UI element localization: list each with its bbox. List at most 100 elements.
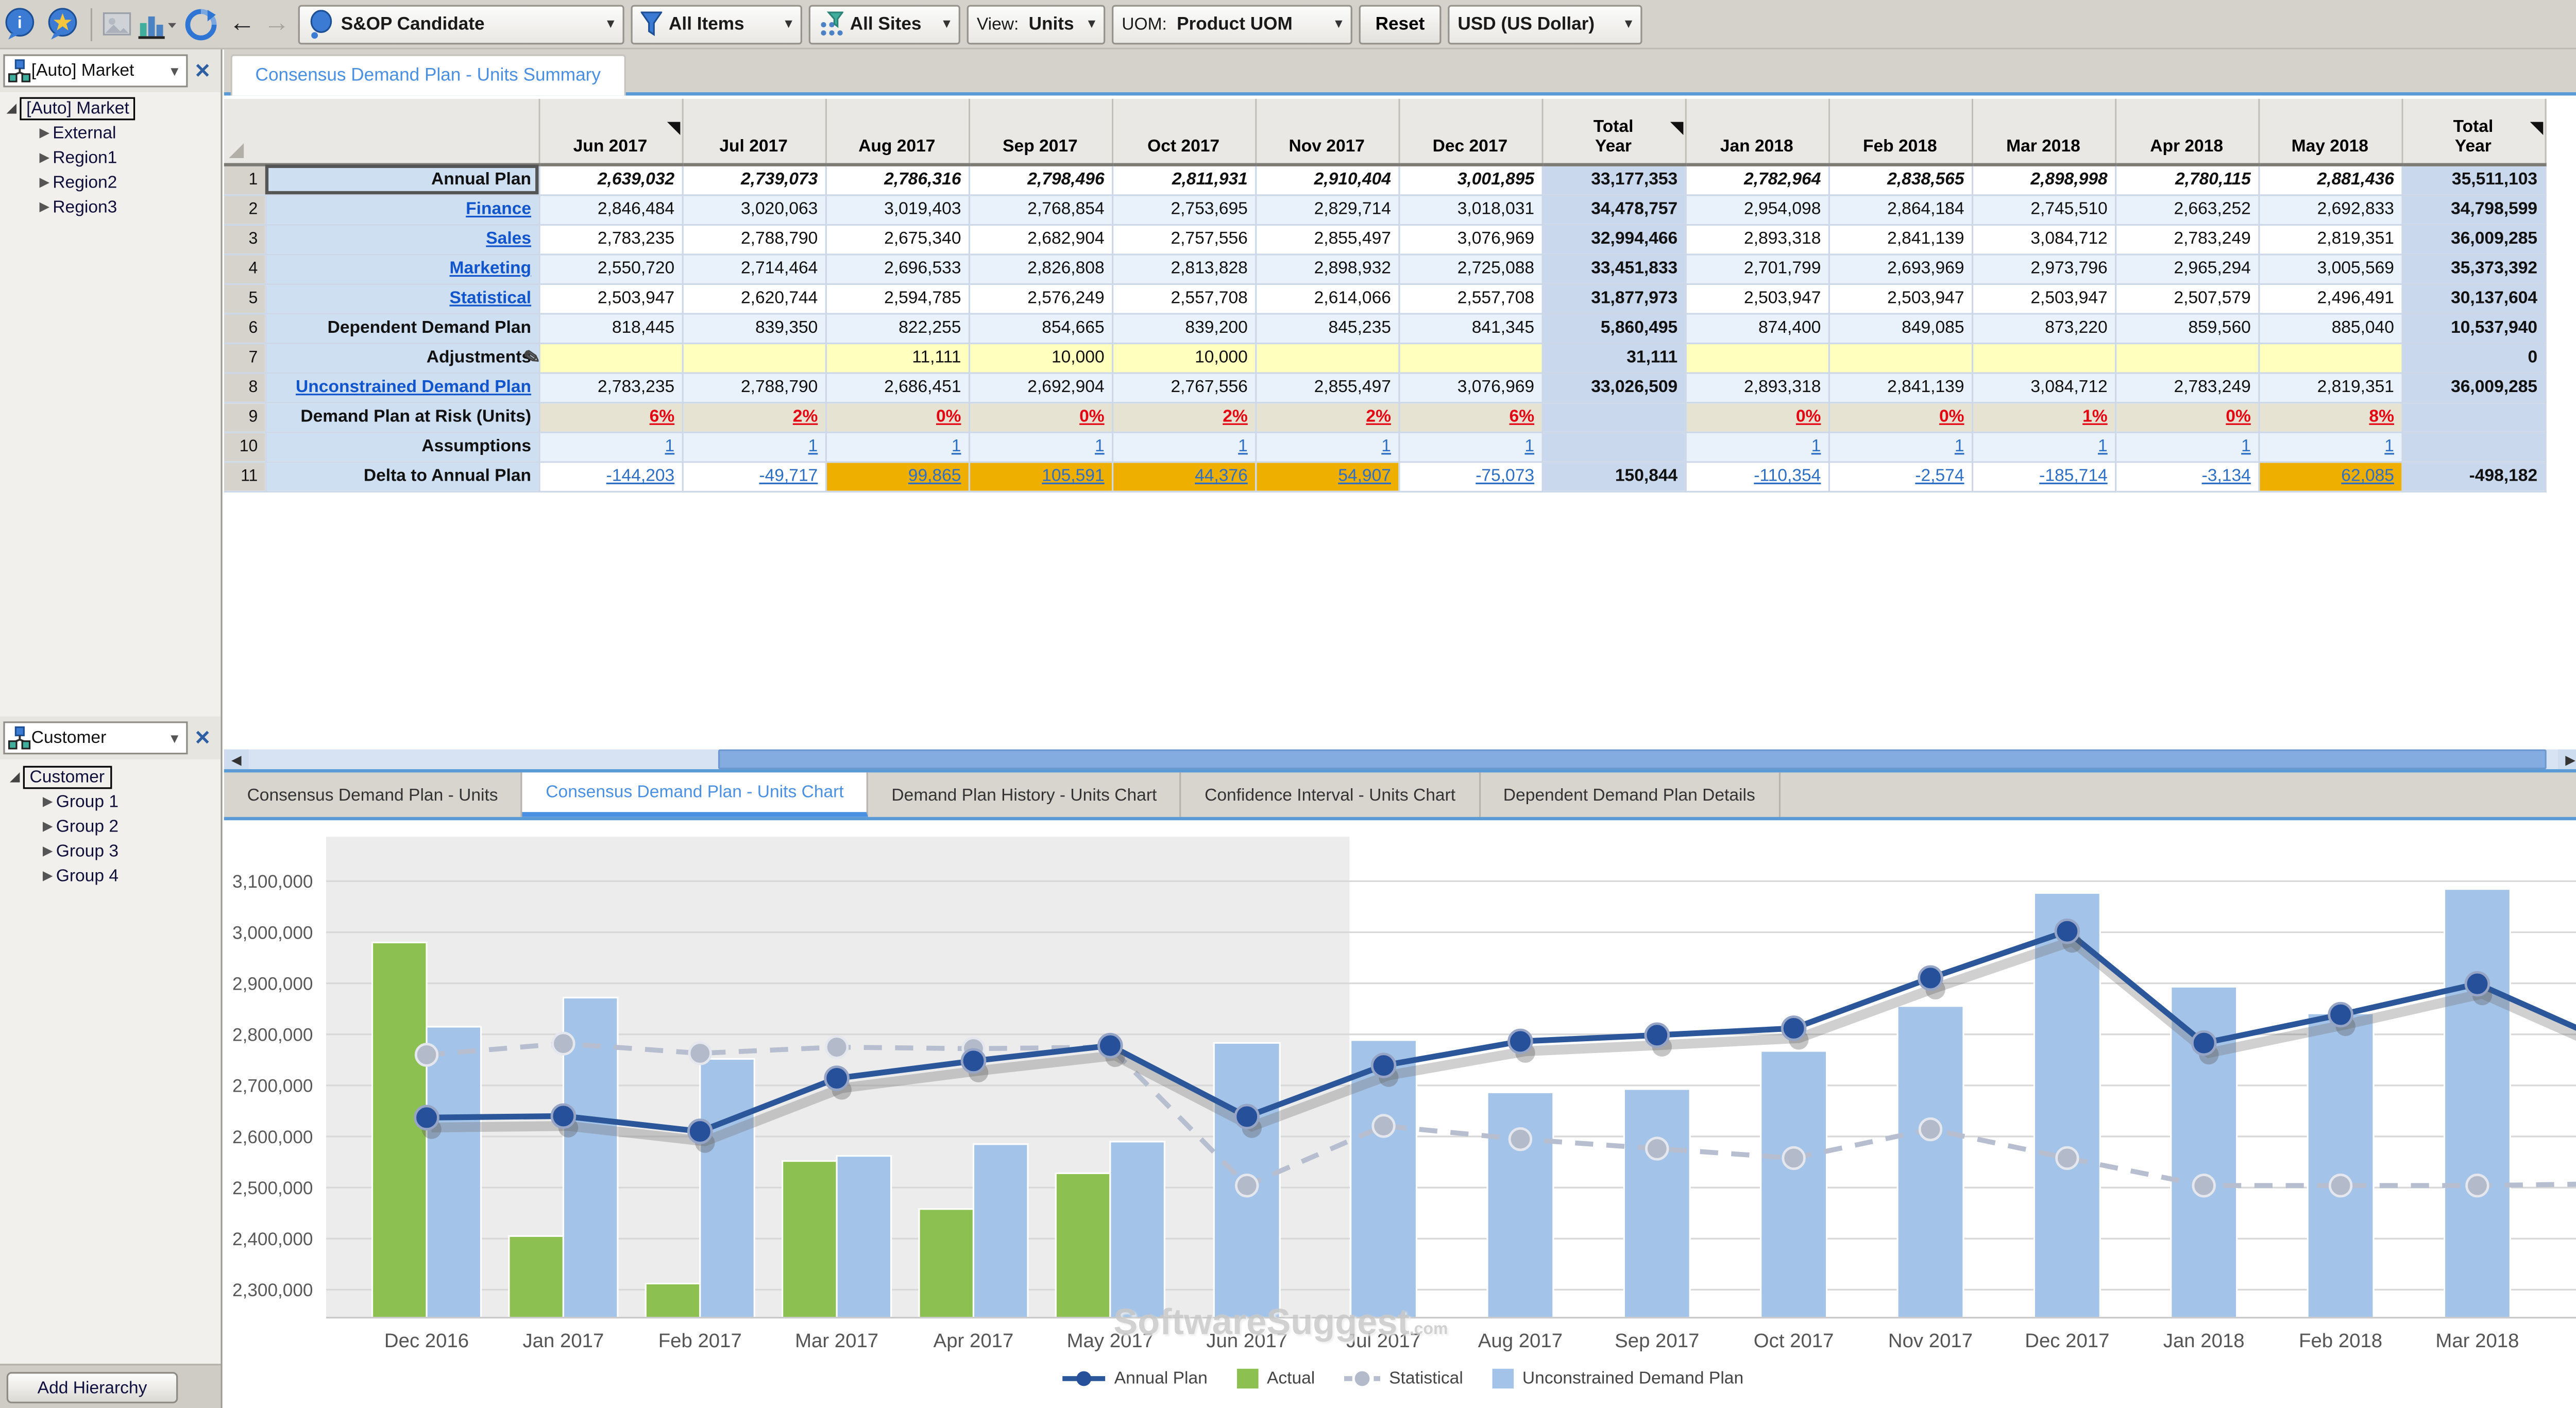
row-number[interactable]: 10 [224,432,265,462]
market-item-region1[interactable]: ▶Region1 [36,145,221,169]
cell-nov-2017[interactable]: 845,235 [1255,313,1398,343]
cell-feb-2018[interactable]: 2,693,969 [1828,253,1972,283]
tab-consensus-demand-plan-units-summary[interactable]: Consensus Demand Plan - Units Summary [231,55,625,96]
cell-jun-2017[interactable]: 6% [538,402,682,432]
cell-nov-2017[interactable]: 1 [1255,432,1398,462]
cell-jul-2017[interactable]: 2,620,744 [682,283,825,313]
cell-dec-2017[interactable]: -75,073 [1398,461,1541,491]
customer-root[interactable]: ◢Customer [7,764,221,789]
cell-apr-2018[interactable]: 2,507,579 [2115,283,2258,313]
cell-jul-2017[interactable] [682,343,825,372]
cell-may-2018[interactable]: 2,881,436 [2258,165,2401,195]
cell-jul-2017[interactable]: 2,788,790 [682,224,825,254]
cell-nov-2017[interactable] [1255,343,1398,372]
cell-dec-2017[interactable]: 2,725,088 [1398,253,1541,283]
cell-nov-2017[interactable]: 2,910,404 [1255,165,1398,195]
tab-demand-plan-history-units-chart[interactable]: Demand Plan History - Units Chart [869,772,1182,817]
cell-nov-2017[interactable]: 54,907 [1255,461,1398,491]
scroll-right-arrow[interactable]: ▶ [2558,750,2576,769]
column-header-oct-2017[interactable]: Oct 2017 [1112,99,1255,165]
cell-nov-2017[interactable]: 2,614,066 [1255,283,1398,313]
row-label[interactable]: Assumptions [265,432,539,462]
column-header-nov-2017[interactable]: Nov 2017 [1255,99,1398,165]
cell-dec-2017[interactable]: 6% [1398,402,1541,432]
cell-dec-2017[interactable] [1398,343,1541,372]
cell-mar-2018[interactable]: 3,084,712 [1972,224,2115,254]
back-arrow-icon[interactable]: ← [229,9,255,39]
cell-jul-2017[interactable]: 2,714,464 [682,253,825,283]
row-number[interactable]: 9 [224,402,265,432]
row-label[interactable]: Adjustments✎ [265,343,539,372]
cell-feb-2018[interactable]: 2,503,947 [1828,283,1972,313]
cell-oct-2017[interactable]: 10,000 [1112,343,1255,372]
add-hierarchy-button[interactable]: Add Hierarchy [7,1372,178,1403]
column-header-dec-2017[interactable]: Dec 2017 [1398,99,1541,165]
column-header-apr-2018[interactable]: Apr 2018 [2115,99,2258,165]
cell-jul-2017[interactable]: 2% [682,402,825,432]
collapsed-triangle-icon[interactable]: ▶ [36,175,53,190]
cell-aug-2017[interactable]: 2,594,785 [825,283,969,313]
cell-feb-2018[interactable]: -2,574 [1828,461,1972,491]
column-header-feb-2018[interactable]: Feb 2018 [1828,99,1972,165]
cell-total-year[interactable]: 0 [2401,343,2545,372]
cell-oct-2017[interactable]: 2,757,556 [1112,224,1255,254]
cell-sep-2017[interactable]: 105,591 [969,461,1112,491]
cell-jul-2017[interactable]: 2,739,073 [682,165,825,195]
cell-apr-2018[interactable]: 2,783,249 [2115,224,2258,254]
column-header-jul-2017[interactable]: Jul 2017 [682,99,825,165]
cell-nov-2017[interactable]: 2,855,497 [1255,372,1398,402]
cell-oct-2017[interactable]: 1 [1112,432,1255,462]
cell-sep-2017[interactable]: 0% [969,402,1112,432]
cell-feb-2018[interactable]: 2,841,139 [1828,224,1972,254]
collapsed-triangle-icon[interactable]: ▶ [40,794,56,809]
forward-arrow-icon[interactable]: → [264,9,290,39]
cell-jan-2018[interactable]: 1 [1685,432,1828,462]
cell-sep-2017[interactable]: 2,826,808 [969,253,1112,283]
cell-oct-2017[interactable]: 2,767,556 [1112,372,1255,402]
market-item-external[interactable]: ▶External [36,120,221,145]
cell-jun-2017[interactable]: 818,445 [538,313,682,343]
help-bubble-icon[interactable]: i [3,6,38,42]
row-label[interactable]: Delta to Annual Plan [265,461,539,491]
customer-item-group-1[interactable]: ▶Group 1 [40,789,221,813]
chart-type-icon[interactable] [139,6,178,42]
image-export-icon[interactable] [102,6,132,42]
cell-total-year[interactable]: 30,137,604 [2401,283,2545,313]
collapsed-triangle-icon[interactable]: ▶ [36,125,53,140]
cell-oct-2017[interactable]: 2,753,695 [1112,194,1255,224]
cell-feb-2018[interactable]: 1 [1828,432,1972,462]
cell-jun-2017[interactable]: 2,783,235 [538,372,682,402]
row-label[interactable]: Finance [265,194,539,224]
row-label[interactable]: Unconstrained Demand Plan [265,372,539,402]
cell-mar-2018[interactable]: 873,220 [1972,313,2115,343]
cell-aug-2017[interactable]: 11,111 [825,343,969,372]
cell-oct-2017[interactable]: 2% [1112,402,1255,432]
cell-jan-2018[interactable]: 2,503,947 [1685,283,1828,313]
cell-mar-2018[interactable]: 3,084,712 [1972,372,2115,402]
cell-aug-2017[interactable]: 2,696,533 [825,253,969,283]
cell-sep-2017[interactable]: 10,000 [969,343,1112,372]
cell-mar-2018[interactable]: 2,503,947 [1972,283,2115,313]
cell-jul-2017[interactable]: 2,788,790 [682,372,825,402]
column-header-sep-2017[interactable]: Sep 2017 [969,99,1112,165]
sites-filter-dropdown[interactable]: All Sites ▾ [809,4,960,44]
items-filter-dropdown[interactable]: All Items ▾ [631,4,802,44]
view-dropdown[interactable]: View: Units ▾ [967,4,1106,44]
row-number[interactable]: 8 [224,372,265,402]
cell-apr-2018[interactable]: 2,783,249 [2115,372,2258,402]
cell-may-2018[interactable]: 3,005,569 [2258,253,2401,283]
cell-oct-2017[interactable]: 44,376 [1112,461,1255,491]
column-header-may-2018[interactable]: May 2018 [2258,99,2401,165]
cell-oct-2017[interactable]: 2,557,708 [1112,283,1255,313]
column-header-jun-2017[interactable]: Jun 2017 [538,99,682,165]
horizontal-scrollbar[interactable]: ◀ ▶ [224,750,2576,773]
cell-total-year[interactable]: 35,511,103 [2401,165,2545,195]
market-item-region3[interactable]: ▶Region3 [36,194,221,219]
grid-corner-header[interactable] [224,99,539,165]
row-label[interactable]: Marketing [265,253,539,283]
cell-may-2018[interactable]: 2,496,491 [2258,283,2401,313]
row-number[interactable]: 1 [224,165,265,195]
cell-mar-2018[interactable] [1972,343,2115,372]
cell-jun-2017[interactable]: 1 [538,432,682,462]
cell-nov-2017[interactable]: 2,898,932 [1255,253,1398,283]
